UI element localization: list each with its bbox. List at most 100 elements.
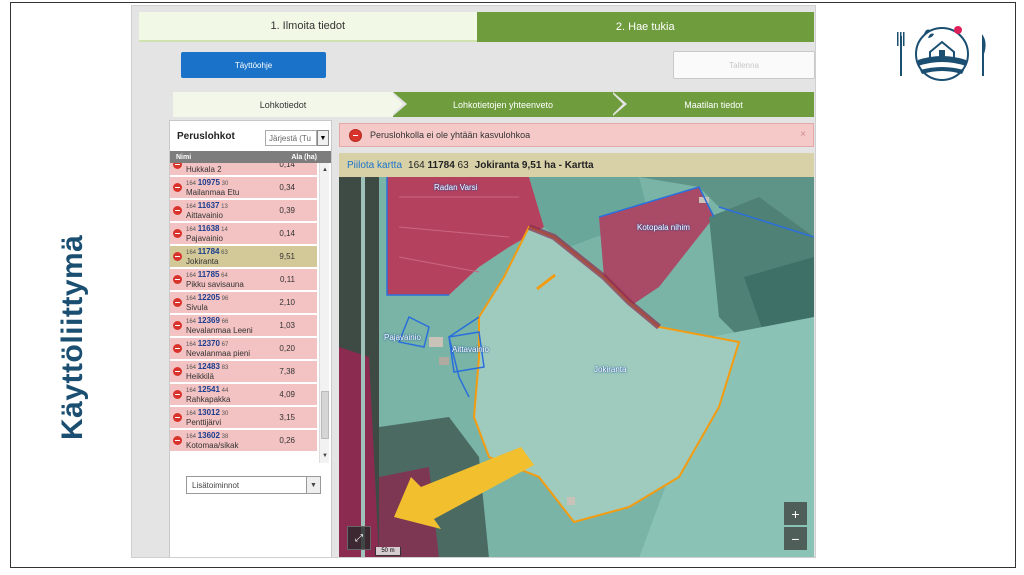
wizard-steps: 1. Ilmoita tiedot 2. Hae tukia	[139, 12, 814, 42]
parcel-prefix: 164	[186, 388, 197, 394]
parcel-row[interactable]: 164 12483 83 Heikkilä 7,38	[170, 361, 317, 383]
parcel-row[interactable]: 164 11784 63 Jokiranta 9,51	[170, 246, 317, 268]
parcel-prefix: 164	[186, 227, 197, 233]
stop-icon	[173, 390, 182, 399]
parcel-suffix: 67	[221, 342, 229, 348]
parcel-code: 13602	[197, 431, 220, 440]
hide-map-link[interactable]: Piilota kartta	[347, 160, 402, 171]
parcel-area: 9,51	[279, 252, 295, 261]
parcel-suffix: 30	[221, 181, 229, 187]
parcel-row[interactable]: 164 12369 66 Nevalanmaa Leeni 1,03	[170, 315, 317, 337]
map-view[interactable]: Radan Varsi Kotopala nihim Pajavainio Ai…	[339, 177, 814, 557]
parcel-code: 12483	[197, 362, 220, 371]
slide-title: Käyttöliittymä	[56, 234, 89, 440]
scroll-down-icon[interactable]: ▼	[320, 451, 330, 461]
parcel-list-header: Peruslohkot Järjestä (Tu ▼	[170, 121, 331, 151]
parcel-prefix: 164	[186, 342, 197, 348]
list-scrollbar[interactable]: ▲ ▼	[319, 163, 329, 463]
parcel-row[interactable]: 164 12370 67 Nevalanmaa pieni 0,20	[170, 338, 317, 360]
parcel-suffix: 64	[221, 273, 228, 279]
subtab-bar: Lohkotiedot Lohkotietojen yhteenveto Maa…	[173, 92, 814, 117]
parcel-row[interactable]: 164 10755 04Hukkala 2 0,14	[170, 163, 317, 176]
map-label-radan-varsi: Radan Varsi	[434, 183, 478, 192]
parcel-prefix: 164	[186, 163, 196, 164]
parcel-id: 164 12205 96	[186, 293, 228, 302]
more-actions-select[interactable]: Lisätoiminnot ▼	[186, 476, 321, 494]
column-area[interactable]: Ala (ha)	[291, 154, 317, 161]
parcel-id: 164 11785 64	[186, 270, 228, 279]
step-hae-tukia[interactable]: 2. Hae tukia	[476, 12, 814, 42]
parcel-list: 164 13602 38 Kotomaa/sikak 0,26 164 13012 3…	[170, 163, 331, 463]
stop-icon	[173, 275, 182, 284]
chevron-down-icon[interactable]: ▼	[306, 477, 320, 493]
parcel-id: 164 11784 63	[186, 247, 228, 256]
parcel-code: 11638	[197, 224, 220, 233]
tab-separator	[611, 92, 623, 116]
step-ilmoita-tiedot[interactable]: 1. Ilmoita tiedot	[139, 12, 477, 42]
parcel-prefix: 164	[186, 434, 197, 440]
parcel-prefix: 164	[186, 365, 197, 371]
map-parcel-prefix: 164	[408, 159, 425, 171]
chevron-down-icon[interactable]: ▼	[317, 130, 329, 146]
parcel-id: 164 10975 30	[186, 178, 228, 187]
map-label-jokiranta: Jokiranta	[594, 365, 627, 374]
parcel-area: 0,34	[279, 183, 295, 192]
stop-icon	[173, 252, 182, 261]
sort-select[interactable]: Järjestä (Tu	[265, 130, 317, 146]
parcel-suffix: 13	[221, 204, 228, 210]
parcel-id: 164 11637 13	[186, 201, 228, 210]
parcel-row[interactable]: 164 13012 30 Penttijärvi 3,15	[170, 407, 317, 429]
tab-lohkotietojen-yhteenveto[interactable]: Lohkotietojen yhteenveto	[393, 92, 613, 117]
map-label-aittavainio: Aittavainio	[452, 345, 489, 354]
scroll-up-icon[interactable]: ▲	[320, 165, 330, 175]
map-scale: 50 m	[375, 547, 401, 556]
parcel-name: Kotomaa/sikak	[186, 441, 239, 450]
map-parcel-suffix: 63	[457, 159, 469, 171]
parcel-id: 164 12370 67	[186, 339, 228, 348]
column-name[interactable]: Nimi	[176, 154, 191, 161]
parcel-row[interactable]: 164 10975 30 Mailanmaa Etu 0,34	[170, 177, 317, 199]
parcel-area: 1,03	[279, 321, 295, 330]
parcel-row[interactable]: 164 11638 14 Pajavainio 0,14	[170, 223, 317, 245]
stop-icon	[173, 163, 182, 169]
parcel-name: Heikkilä	[186, 372, 215, 381]
parcel-code: 12369	[197, 316, 220, 325]
parcel-suffix: 96	[221, 296, 229, 302]
parcel-row[interactable]: 164 11785 64 Pikku savisauna 0,11	[170, 269, 317, 291]
parcel-suffix: 66	[221, 319, 229, 325]
guide-button[interactable]: Täyttöohje	[181, 52, 326, 78]
parcel-area: 3,15	[279, 413, 295, 422]
parcel-area: 0,11	[280, 275, 295, 284]
parcel-name: Nevalanmaa Leeni	[186, 326, 253, 335]
tab-lohkotiedot[interactable]: Lohkotiedot	[173, 92, 393, 117]
parcel-suffix: 44	[221, 388, 229, 394]
parcel-row[interactable]: 164 12541 44 Rahkapakka 4,09	[170, 384, 317, 406]
parcel-id: 164 12369 66	[186, 316, 228, 325]
scrollbar-thumb[interactable]	[321, 391, 329, 439]
zoom-in-button[interactable]: +	[784, 502, 807, 525]
zoom-out-button[interactable]: −	[784, 527, 807, 550]
alert-banner: Peruslohkolla ei ole yhtään kasvulohkoa …	[339, 123, 814, 147]
aerial-map	[339, 177, 814, 557]
save-button[interactable]: Tallenna	[673, 51, 815, 79]
parcel-name: Jokiranta	[186, 257, 219, 266]
parcel-name: Pajavainio	[186, 234, 223, 243]
parcel-code: 12370	[197, 339, 220, 348]
tab-maatilan-tiedot[interactable]: Maatilan tiedot	[613, 92, 814, 117]
parcel-code: 12541	[197, 385, 220, 394]
parcel-area: 0,26	[279, 436, 295, 445]
stop-icon	[349, 129, 362, 142]
parcel-row[interactable]: 164 12205 96 Sivula 2,10	[170, 292, 317, 314]
farm-logo-icon	[896, 22, 988, 84]
fullscreen-icon[interactable]: ⤢	[347, 526, 371, 550]
parcel-id: 164 13012 30	[186, 408, 228, 417]
parcel-row[interactable]: 164 11637 13 Aittavainio 0,39	[170, 200, 317, 222]
parcel-id: 164 12483 83	[186, 362, 228, 371]
close-icon[interactable]: ×	[800, 129, 806, 140]
parcel-prefix: 164	[186, 296, 197, 302]
map-label-pajavainio: Pajavainio	[384, 333, 421, 342]
parcel-row[interactable]: 164 13602 38 Kotomaa/sikak 0,26	[170, 430, 317, 452]
more-actions-label: Lisätoiminnot	[192, 480, 240, 490]
stop-icon	[173, 413, 182, 422]
parcel-id: 164 13602 38	[186, 431, 228, 440]
